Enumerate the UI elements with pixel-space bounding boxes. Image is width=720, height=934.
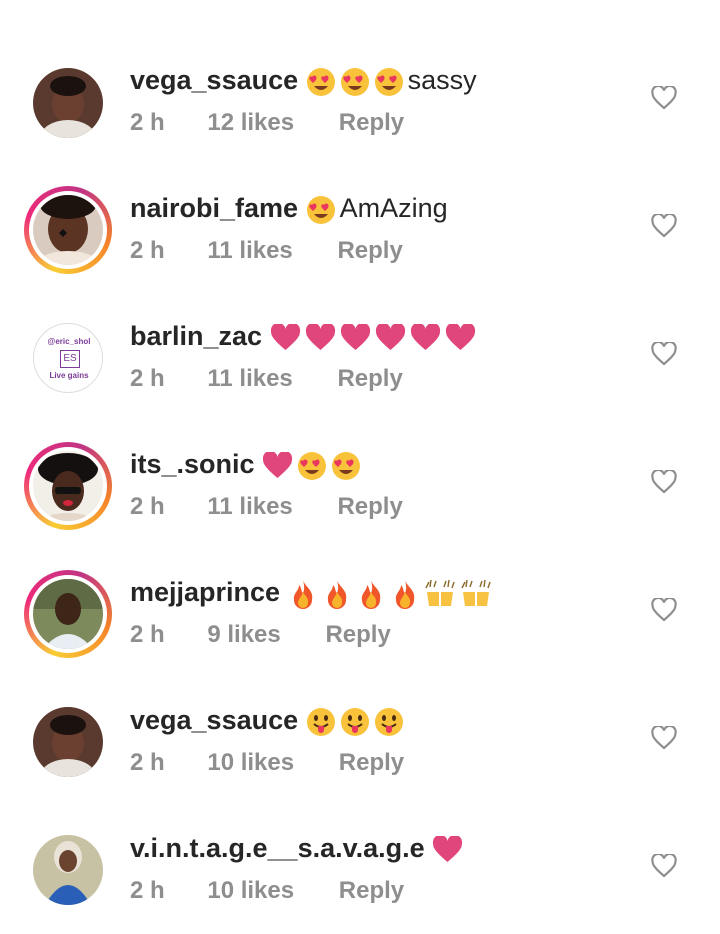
reply-button[interactable]: Reply xyxy=(337,364,402,394)
likes-count[interactable]: 9 likes xyxy=(207,620,280,650)
avatar-tagline: Live gains xyxy=(49,371,89,380)
comment-text: v.i.n.t.a.g.e__s.a.v.a.g.e xyxy=(130,832,467,864)
fire-emoji-icon xyxy=(293,579,312,609)
tongue-face-emoji-icon xyxy=(306,707,335,736)
comment-meta: 2 h 11 likes Reply xyxy=(130,364,403,394)
tongue-face-emoji-icon xyxy=(340,707,369,736)
likes-count[interactable]: 12 likes xyxy=(207,108,294,138)
comment-row: mejjaprince 2 h 9 likes Reply xyxy=(0,550,720,678)
likes-count[interactable]: 11 likes xyxy=(207,364,292,394)
reply-button[interactable]: Reply xyxy=(337,236,402,266)
comment-row: vega_ssauce sassy 2 h 12 likes Reply xyxy=(0,38,720,166)
comment-meta: 2 h 11 likes Reply xyxy=(130,236,403,266)
comment-text: its_.sonic xyxy=(130,448,365,481)
fire-emoji-icon xyxy=(361,579,380,609)
reply-button[interactable]: Reply xyxy=(325,620,390,650)
avatar-handle: @eric_shol xyxy=(47,337,91,346)
pink-heart-emoji-icon xyxy=(270,323,300,350)
comment-row: @eric_shol ES Live gains barlin_zac 2 h … xyxy=(0,294,720,422)
pink-heart-emoji-icon xyxy=(410,323,440,350)
heart-outline-icon[interactable] xyxy=(651,214,677,238)
comment-meta: 2 h 11 likes Reply xyxy=(130,492,403,522)
fire-emoji-icon xyxy=(327,579,346,609)
emoji-group xyxy=(432,833,467,863)
emoji-group xyxy=(306,193,340,224)
likes-count[interactable]: 11 likes xyxy=(207,492,292,522)
reply-button[interactable]: Reply xyxy=(339,748,404,778)
comment-meta: 2 h 10 likes Reply xyxy=(130,876,404,906)
heart-eyes-emoji-icon xyxy=(306,67,335,96)
avatar-monogram: ES xyxy=(60,350,80,368)
timestamp: 2 h xyxy=(130,237,165,264)
comment-text: vega_ssauce xyxy=(130,704,408,737)
avatar[interactable] xyxy=(24,59,112,147)
raising-hands-emoji-icon xyxy=(424,579,455,606)
emoji-group xyxy=(262,449,365,480)
likes-count[interactable]: 10 likes xyxy=(207,876,294,906)
emoji-group xyxy=(306,65,408,96)
username[interactable]: nairobi_fame xyxy=(130,193,298,223)
timestamp: 2 h xyxy=(130,365,165,392)
likes-count[interactable]: 11 likes xyxy=(207,236,292,266)
heart-outline-icon[interactable] xyxy=(651,86,677,110)
reply-button[interactable]: Reply xyxy=(339,876,404,906)
likes-count[interactable]: 10 likes xyxy=(207,748,294,778)
username[interactable]: its_.sonic xyxy=(130,449,255,479)
avatar[interactable] xyxy=(24,570,112,658)
timestamp: 2 h xyxy=(130,877,165,904)
heart-eyes-emoji-icon xyxy=(374,67,403,96)
pink-heart-emoji-icon xyxy=(445,323,475,350)
avatar[interactable] xyxy=(24,186,112,274)
timestamp: 2 h xyxy=(130,749,165,776)
heart-outline-icon[interactable] xyxy=(651,726,677,750)
raising-hands-emoji-icon xyxy=(460,579,491,606)
fire-emoji-icon xyxy=(395,579,414,609)
heart-outline-icon[interactable] xyxy=(651,470,677,494)
comment-text: nairobi_fame AmAzing xyxy=(130,192,448,225)
comment-text: barlin_zac xyxy=(130,320,480,352)
comment-meta: 2 h 10 likes Reply xyxy=(130,748,404,778)
pink-heart-emoji-icon xyxy=(340,323,370,350)
heart-eyes-emoji-icon xyxy=(340,67,369,96)
pink-heart-emoji-icon xyxy=(305,323,335,350)
heart-eyes-emoji-icon xyxy=(332,451,361,480)
avatar[interactable]: @eric_shol ES Live gains xyxy=(24,314,112,402)
pink-heart-emoji-icon xyxy=(433,835,463,862)
avatar[interactable] xyxy=(24,826,112,914)
reply-button[interactable]: Reply xyxy=(339,108,404,138)
username[interactable]: barlin_zac xyxy=(130,321,262,351)
comment-meta: 2 h 12 likes Reply xyxy=(130,108,404,138)
reply-button[interactable]: Reply xyxy=(337,492,402,522)
username[interactable]: v.i.n.t.a.g.e__s.a.v.a.g.e xyxy=(130,833,425,863)
comment-row: nairobi_fame AmAzing 2 h 11 likes Reply xyxy=(0,166,720,294)
emoji-group xyxy=(270,321,480,351)
heart-outline-icon[interactable] xyxy=(651,342,677,366)
heart-outline-icon[interactable] xyxy=(651,854,677,878)
timestamp: 2 h xyxy=(130,493,165,520)
comment-row: its_.sonic 2 h 11 likes Reply xyxy=(0,422,720,550)
tongue-face-emoji-icon xyxy=(374,707,403,736)
timestamp: 2 h xyxy=(130,621,165,648)
avatar[interactable] xyxy=(24,442,112,530)
pink-heart-emoji-icon xyxy=(375,323,405,350)
comment-body: sassy xyxy=(407,65,477,95)
heart-eyes-emoji-icon xyxy=(306,195,335,224)
username[interactable]: vega_ssauce xyxy=(130,65,298,95)
username[interactable]: vega_ssauce xyxy=(130,705,298,735)
timestamp: 2 h xyxy=(130,109,165,136)
comment-text: mejjaprince xyxy=(130,576,496,610)
username[interactable]: mejjaprince xyxy=(130,577,280,607)
comment-body: AmAzing xyxy=(339,193,448,223)
comment-row: v.i.n.t.a.g.e__s.a.v.a.g.e 2 h 10 likes … xyxy=(0,806,720,934)
heart-eyes-emoji-icon xyxy=(298,451,327,480)
emoji-group xyxy=(306,705,408,736)
comment-row: vega_ssauce 2 h 10 likes Reply xyxy=(0,678,720,806)
avatar[interactable] xyxy=(24,698,112,786)
comment-meta: 2 h 9 likes Reply xyxy=(130,620,391,650)
emoji-group xyxy=(288,577,496,609)
pink-heart-emoji-icon xyxy=(263,451,293,478)
comment-text: vega_ssauce sassy xyxy=(130,64,477,97)
heart-outline-icon[interactable] xyxy=(651,598,677,622)
